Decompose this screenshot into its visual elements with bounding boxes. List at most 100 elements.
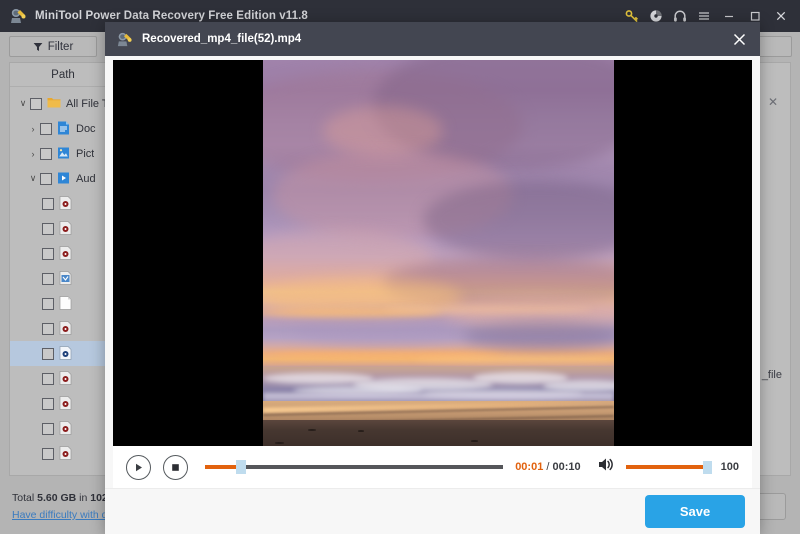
seek-track[interactable] (205, 465, 504, 469)
duration: 00:10 (552, 461, 581, 473)
tree-row[interactable] (10, 191, 116, 216)
media-file-icon (59, 421, 73, 436)
panel-extra-button[interactable] (758, 36, 792, 57)
media-file-icon (59, 221, 73, 236)
tree-row-label: Pict (76, 147, 95, 160)
tree-row-label: All File T (66, 97, 109, 110)
picture-icon (57, 146, 71, 161)
tree-row[interactable] (10, 441, 116, 466)
row-checkbox[interactable] (40, 172, 52, 185)
play-icon[interactable] (126, 454, 151, 480)
player-controls: 00:01 / 00:10 100 (113, 446, 752, 488)
office-file-icon (59, 271, 73, 286)
row-checkbox[interactable] (42, 347, 54, 360)
tree-row[interactable] (10, 341, 116, 366)
volume-fill (625, 465, 712, 469)
close-icon[interactable] (768, 0, 794, 32)
row-checkbox[interactable] (42, 447, 54, 460)
tree-row[interactable]: › Doc (10, 116, 116, 141)
cloud (463, 322, 614, 350)
volume-handle[interactable] (702, 460, 712, 474)
row-checkbox[interactable] (42, 372, 54, 385)
media-file-icon (59, 396, 73, 411)
row-checkbox[interactable] (40, 122, 52, 135)
cloud-streak (413, 356, 613, 363)
tree-row[interactable] (10, 391, 116, 416)
current-time: 00:01 (515, 461, 544, 473)
app-window: MiniTool Power Data Recovery Free Editio… (0, 0, 800, 534)
document-icon (57, 121, 71, 136)
tree-row[interactable] (10, 241, 116, 266)
tree-row[interactable] (10, 216, 116, 241)
tree-row[interactable] (10, 316, 116, 341)
tree-row[interactable]: › Pict (10, 141, 116, 166)
media-file-icon (59, 371, 73, 386)
cloud (293, 315, 473, 345)
row-checkbox[interactable] (42, 197, 54, 210)
dialog-title: Recovered_mp4_file(52).mp4 (142, 33, 302, 45)
time-display: 00:01 / 00:10 (515, 461, 580, 473)
tree-row-label: Aud (76, 172, 96, 185)
total-size: 5.60 GB (37, 492, 77, 504)
cloud-streak (383, 306, 593, 313)
pebble (471, 440, 478, 442)
row-checkbox[interactable] (30, 97, 42, 110)
chevron-down-icon[interactable]: ∨ (16, 98, 30, 109)
partial-file-name: _file (761, 369, 782, 381)
media-file-icon (59, 321, 73, 336)
tree-row[interactable] (10, 291, 116, 316)
row-checkbox[interactable] (42, 272, 54, 285)
dialog-title-bar: Recovered_mp4_file(52).mp4 (105, 22, 760, 56)
video-preview-dialog: Recovered_mp4_file(52).mp4 00:01 / 00:10… (105, 22, 760, 534)
row-checkbox[interactable] (42, 322, 54, 335)
video-frame[interactable] (113, 60, 752, 446)
total-summary: Total 5.60 GB in 1021: (12, 492, 117, 504)
tree-row[interactable]: ∨ Aud (10, 166, 116, 191)
pebble (308, 429, 316, 431)
folder-icon (47, 96, 61, 111)
row-checkbox[interactable] (42, 297, 54, 310)
blank-file-icon (59, 296, 73, 311)
chevron-down-icon[interactable]: ∨ (26, 173, 40, 184)
dry-sand (263, 420, 614, 446)
tree-list: ∨ All File T › Doc › Pict ∨ Aud (10, 87, 116, 466)
filter-label: Filter (47, 40, 74, 53)
status-bar: Total 5.60 GB in 1021: Have difficulty w… (12, 490, 117, 524)
seek-slider[interactable] (205, 459, 504, 475)
row-checkbox[interactable] (42, 422, 54, 435)
media-file-icon (59, 246, 73, 261)
funnel-icon (33, 42, 43, 52)
window-title: MiniTool Power Data Recovery Free Editio… (35, 10, 308, 22)
help-link[interactable]: Have difficulty with dat (12, 507, 117, 524)
media-file-icon (59, 196, 73, 211)
speaker-icon[interactable] (598, 457, 615, 477)
row-checkbox[interactable] (42, 397, 54, 410)
media-file-icon (59, 346, 73, 361)
row-checkbox[interactable] (40, 147, 52, 160)
time-separator: / (543, 461, 553, 473)
cloud (323, 106, 443, 156)
volume-value: 100 (720, 461, 739, 473)
dialog-footer: Save (105, 488, 760, 534)
audio-video-icon (57, 171, 71, 186)
chevron-right-icon[interactable]: › (26, 124, 40, 134)
row-checkbox[interactable] (42, 222, 54, 235)
seek-handle[interactable] (235, 460, 246, 474)
tree-row-label: Doc (76, 122, 96, 135)
tree-row[interactable]: ∨ All File T (10, 91, 116, 116)
chevron-right-icon[interactable]: › (26, 149, 40, 159)
video-content (263, 60, 614, 446)
stop-icon[interactable] (163, 454, 188, 480)
tree-row[interactable] (10, 416, 116, 441)
panel-close-icon[interactable]: ✕ (768, 95, 778, 109)
volume-slider[interactable] (625, 460, 712, 474)
video-stage (113, 60, 752, 446)
pebble (358, 430, 364, 432)
tree-row[interactable] (10, 266, 116, 291)
filter-button[interactable]: Filter (9, 36, 97, 57)
close-icon[interactable] (718, 22, 760, 56)
save-button[interactable]: Save (645, 495, 745, 528)
row-checkbox[interactable] (42, 247, 54, 260)
pebble (275, 442, 284, 444)
tree-row[interactable] (10, 366, 116, 391)
